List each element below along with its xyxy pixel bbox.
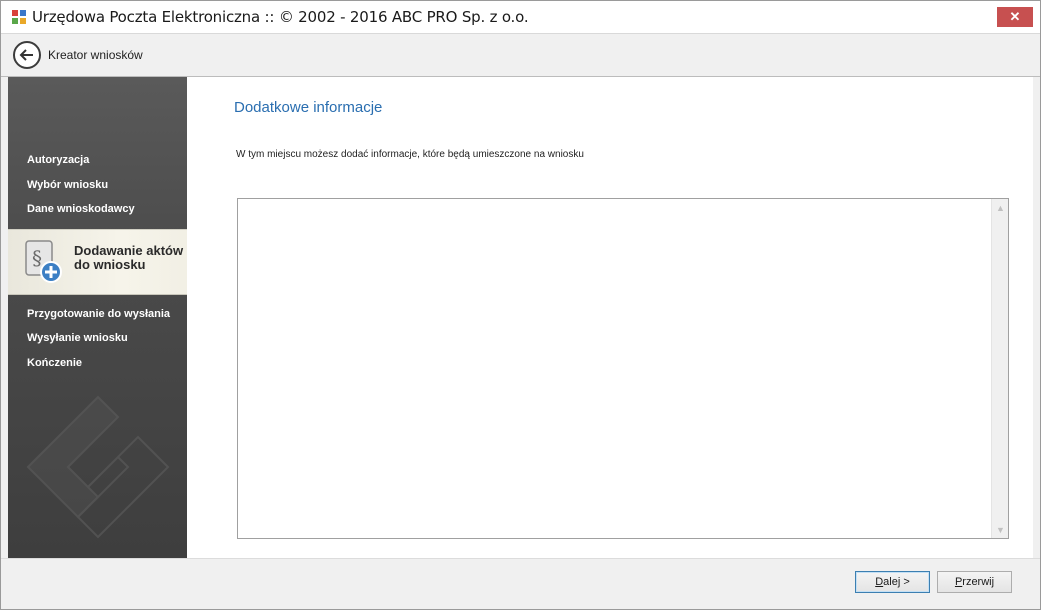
title-bar: Urzędowa Poczta Elektroniczna :: © 2002 … [1, 1, 1040, 33]
step-przygotowanie[interactable]: Przygotowanie do wysłania [27, 308, 170, 320]
back-button[interactable] [13, 41, 41, 69]
step-konczenie[interactable]: Kończenie [27, 357, 82, 369]
step-wybor-wniosku[interactable]: Wybór wniosku [27, 179, 108, 191]
scroll-up-icon[interactable]: ▲ [992, 199, 1009, 216]
wizard-steps-sidebar: Autoryzacja Wybór wniosku Dane wnioskoda… [8, 77, 203, 558]
next-button[interactable]: Dalej > [855, 571, 930, 593]
additional-info-field[interactable]: ▲ ▼ [237, 198, 1009, 539]
step-dodawanie-aktow-active[interactable]: § Dodawanie aktów do wniosku [8, 229, 203, 296]
window-title: Urzędowa Poczta Elektroniczna :: © 2002 … [32, 8, 529, 26]
svg-text:§: § [32, 246, 42, 270]
additional-info-textarea[interactable] [238, 199, 991, 538]
arrow-left-icon [19, 49, 33, 61]
scroll-down-icon[interactable]: ▼ [992, 521, 1009, 538]
app-logo-icon [12, 10, 26, 24]
page-title: Dodatkowe informacje [234, 99, 383, 116]
cancel-button[interactable]: Przerwij [937, 571, 1012, 593]
vertical-scrollbar[interactable]: ▲ ▼ [991, 199, 1008, 538]
active-step-label: Dodawanie aktów do wniosku [74, 243, 184, 272]
wizard-footer: Dalej > Przerwij [1, 558, 1040, 609]
content-panel: Dodatkowe informacje W tym miejscu możes… [187, 77, 1033, 558]
decorative-logo-icon [26, 395, 170, 539]
step-wysylanie[interactable]: Wysyłanie wniosku [27, 332, 128, 344]
document-paragraph-add-icon: § [25, 240, 62, 283]
wizard-header: Kreator wniosków [1, 33, 1040, 77]
step-dane-wnioskodawcy[interactable]: Dane wnioskodawcy [27, 203, 135, 215]
wizard-title: Kreator wniosków [48, 48, 143, 62]
step-autoryzacja[interactable]: Autoryzacja [27, 154, 89, 166]
close-button[interactable]: ✕ [997, 7, 1033, 27]
page-description: W tym miejscu możesz dodać informacje, k… [236, 149, 584, 160]
app-window: Urzędowa Poczta Elektroniczna :: © 2002 … [0, 0, 1041, 610]
